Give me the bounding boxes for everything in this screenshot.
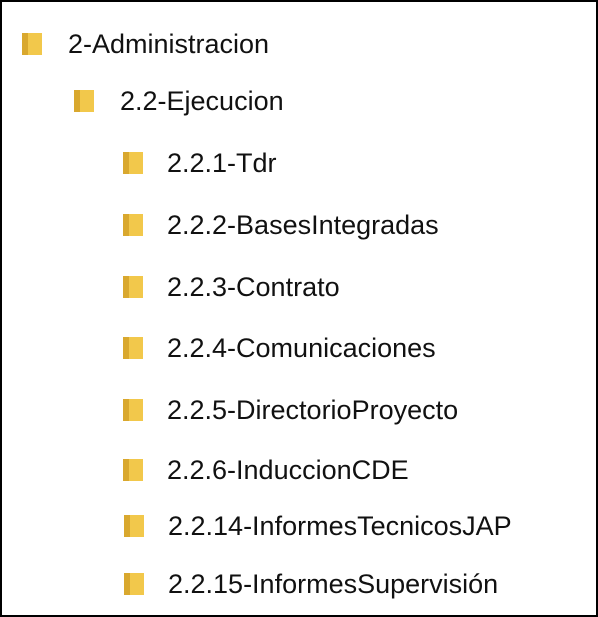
folder-icon [22,33,42,55]
tree-item-label: 2-Administracion [68,28,270,59]
tree-item-2-2-14-informestecnicosjap[interactable]: 2.2.14-InformesTecnicosJAP [122,506,512,546]
tree-item-2-2-4-comunicaciones[interactable]: 2.2.4-Comunicaciones [121,328,436,368]
folder-tree-panel: 2-Administracion 2.2-Ejecucion 2.2.1-Tdr… [0,0,598,617]
tree-item-2-2-6-induccioncde[interactable]: 2.2.6-InduccionCDE [121,450,409,490]
tree-item-label: 2.2-Ejecucion [120,85,284,116]
tree-item-label: 2.2.6-InduccionCDE [167,454,409,485]
folder-icon [123,276,143,298]
folder-icon [123,214,143,236]
tree-item-2-administracion[interactable]: 2-Administracion [20,24,269,64]
tree-item-2-2-5-directorioproyecto[interactable]: 2.2.5-DirectorioProyecto [121,390,458,430]
tree-item-2-2-3-contrato[interactable]: 2.2.3-Contrato [121,267,340,307]
tree-item-label: 2.2.4-Comunicaciones [167,332,436,363]
tree-item-label: 2.2.3-Contrato [167,271,340,302]
folder-icon [123,459,143,481]
tree-item-label: 2.2.14-InformesTecnicosJAP [168,510,512,541]
tree-item-2-2-1-tdr[interactable]: 2.2.1-Tdr [121,143,277,183]
tree-item-label: 2.2.5-DirectorioProyecto [167,394,459,425]
folder-icon [123,399,143,421]
folder-icon [123,152,143,174]
tree-item-label: 2.2.1-Tdr [167,147,277,178]
folder-icon [124,515,144,537]
folder-icon [74,90,94,112]
tree-item-2-2-2-basesintegradas[interactable]: 2.2.2-BasesIntegradas [121,205,439,245]
folder-icon [123,337,143,359]
tree-item-label: 2.2.2-BasesIntegradas [167,209,439,240]
folder-icon [124,573,144,595]
tree-item-label: 2.2.15-InformesSupervisión [168,568,499,599]
tree-item-2-2-15-informessupervision[interactable]: 2.2.15-InformesSupervisión [122,564,498,604]
tree-item-2-2-ejecucion[interactable]: 2.2-Ejecucion [72,81,284,121]
